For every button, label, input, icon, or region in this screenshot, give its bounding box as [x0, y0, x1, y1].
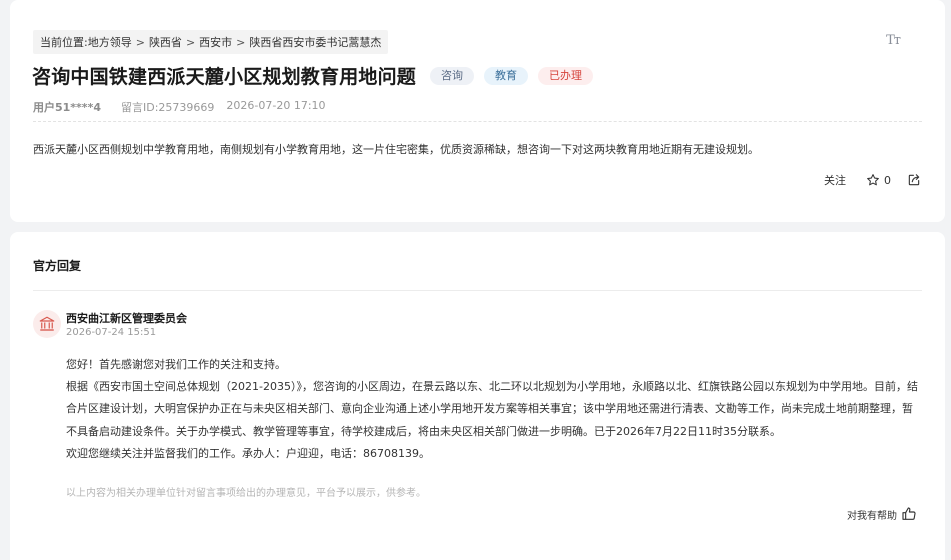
reply-date: 2026-07-24 15:51: [66, 327, 157, 338]
like-count: 0: [884, 173, 891, 187]
reply-paragraph: 欢迎您继续关注并监督我们的工作。承办人：户迎迎，电话：86708139。: [66, 446, 430, 460]
reply-card: 官方回复 西安曲江新区管理委员会 2026-07-24 15:51 您好！首先感…: [10, 232, 945, 560]
breadcrumb-item-leader[interactable]: 陕西省西安市委书记蒿慧杰: [249, 34, 381, 50]
breadcrumb-separator: >: [135, 35, 145, 49]
font-size-toggle-label: Tт: [886, 33, 901, 48]
tag-topic: 教育: [484, 66, 529, 85]
divider: [33, 290, 922, 291]
reply-paragraph: 根据《西安市国土空间总体规划（2021-2035）》，您咨询的小区周边，在景云路…: [66, 380, 918, 438]
reply-heading: 官方回复: [33, 259, 82, 273]
government-building-icon: [39, 316, 55, 331]
message-id: 留言ID:25739669: [120, 101, 215, 114]
breadcrumb-item-city[interactable]: 西安市: [199, 34, 232, 50]
breadcrumb-item-province[interactable]: 陕西省: [149, 34, 182, 50]
helpful-label: 对我有帮助: [847, 510, 897, 522]
like-button[interactable]: 0: [866, 173, 891, 187]
divider: [33, 121, 922, 122]
message-card: 当前位置: 地方领导 > 陕西省 > 西安市 > 陕西省西安市委书记蒿慧杰 Tт…: [10, 0, 945, 222]
breadcrumb: 当前位置: 地方领导 > 陕西省 > 西安市 > 陕西省西安市委书记蒿慧杰: [33, 30, 389, 54]
breadcrumb-separator: >: [236, 35, 246, 49]
share-icon: [908, 174, 920, 186]
status-badge: 已办理: [538, 66, 594, 85]
font-size-icon[interactable]: Tт: [886, 33, 901, 48]
star-icon: [867, 174, 879, 186]
share-button[interactable]: [907, 173, 921, 187]
avatar: [33, 310, 61, 338]
message-content: 西派天麓小区西侧规划中学教育用地，南侧规划有小学教育用地，这一片住宅密集，优质资…: [33, 143, 759, 156]
reply-body: 您好！首先感谢您对我们工作的关注和支持。 根据《西安市国土空间总体规划（2021…: [66, 354, 921, 465]
page-title: 咨询中国铁建西派天麓小区规划教育用地问题: [32, 66, 417, 88]
disclaimer: 以上内容为相关办理单位针对留言事项给出的办理意见，平台予以展示，供参考。: [66, 488, 426, 499]
thumbs-up-icon: [902, 507, 916, 520]
message-actions: 关注 0: [824, 172, 921, 188]
breadcrumb-separator: >: [185, 35, 196, 49]
tag-category: 咨询: [430, 66, 475, 85]
breadcrumb-item-local-leaders[interactable]: 地方领导: [88, 34, 132, 50]
title-row: 咨询中国铁建西派天麓小区规划教育用地问题 咨询 教育 已办理: [32, 62, 594, 89]
org-name: 西安曲江新区管理委员会: [66, 312, 187, 325]
follow-button[interactable]: 关注: [824, 172, 846, 188]
message-datetime: 2026-07-20 17:10: [226, 99, 326, 112]
breadcrumb-prefix: 当前位置:: [40, 36, 88, 49]
author-name: 用户51****4: [33, 101, 101, 114]
reply-paragraph: 您好！首先感谢您对我们工作的关注和支持。: [66, 358, 286, 371]
helpful-button[interactable]: 对我有帮助: [847, 506, 917, 522]
message-meta: 用户51****4 留言ID:25739669 2026-07-20 17:10: [33, 99, 326, 115]
